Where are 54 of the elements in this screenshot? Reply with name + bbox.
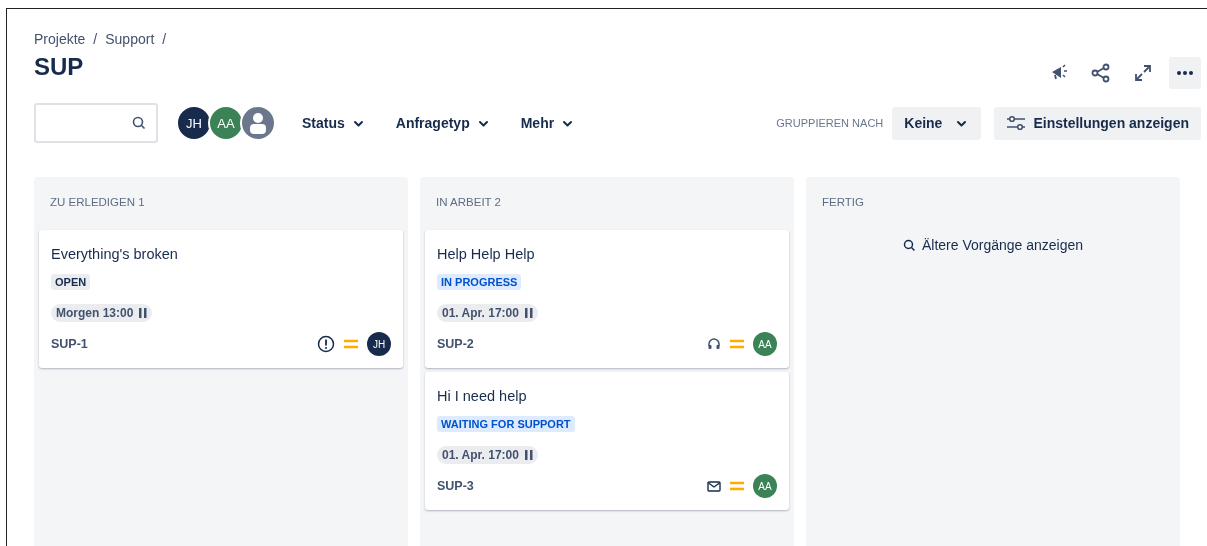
filter-dropdown[interactable]: Mehr — [510, 109, 584, 137]
sliders-icon — [1006, 115, 1027, 131]
filter-dropdown[interactable]: Status — [292, 109, 374, 137]
search-icon — [132, 116, 146, 130]
assignee-avatar: JH — [367, 332, 391, 356]
breadcrumb-link[interactable]: Projekte — [34, 31, 86, 47]
issue-summary: Help Help Help — [437, 246, 535, 262]
group-by-label: GRUPPIEREN NACH — [776, 117, 884, 129]
chevron-down-icon — [956, 118, 968, 128]
issue-key: SUP-2 — [437, 337, 474, 351]
show-older-link[interactable]: Ältere Vorgänge anzeigen — [896, 236, 1090, 254]
issue-summary: Hi I need help — [437, 388, 527, 404]
issue-card[interactable]: Hi I need help WAITING FOR SUPPORT 01. Apr. 17:00 SUP-3 AA — [425, 372, 789, 510]
pause-icon — [524, 308, 533, 318]
page-title: SUP — [34, 53, 84, 81]
user-avatar[interactable]: JH — [176, 105, 212, 141]
issue-key: SUP-3 — [437, 479, 474, 493]
more-button[interactable] — [1169, 57, 1201, 89]
due-date: 01. Apr. 17:00 — [442, 306, 519, 320]
column-title: IN ARBEIT 2 — [435, 195, 502, 210]
expand-icon — [1133, 63, 1153, 83]
pause-icon — [139, 308, 148, 318]
breadcrumb-separator: / — [93, 31, 98, 47]
chevron-down-icon — [352, 118, 364, 128]
column-title: ZU ERLEDIGEN 1 — [49, 195, 146, 210]
filter-dropdown[interactable]: Anfragetyp — [385, 109, 499, 137]
column-title: FERTIG — [821, 195, 865, 210]
search-field[interactable] — [34, 103, 158, 143]
due-date: 01. Apr. 17:00 — [442, 448, 519, 462]
issue-key: SUP-1 — [51, 337, 88, 351]
status-lozenge: IN PROGRESS — [437, 274, 522, 290]
status-lozenge: WAITING FOR SUPPORT — [437, 416, 575, 432]
envelope-icon — [707, 479, 721, 493]
user-avatar[interactable]: AA — [208, 105, 244, 141]
settings-button[interactable]: Einstellungen anzeigen — [994, 106, 1201, 140]
alert-icon — [317, 335, 335, 353]
person-icon — [248, 112, 268, 134]
issue-card[interactable]: Help Help Help IN PROGRESS 01. Apr. 17:00 SUP-2 AA — [425, 230, 789, 368]
pause-icon — [524, 450, 533, 460]
share-icon — [1091, 63, 1111, 83]
breadcrumb-link[interactable]: Support — [105, 31, 155, 47]
chevron-down-icon — [562, 118, 574, 128]
chevron-down-icon — [477, 118, 489, 128]
issue-card[interactable]: Everything's broken OPEN Morgen 13:00 SUP-1 JH — [39, 230, 403, 368]
breadcrumb-separator: / — [162, 31, 167, 47]
search-icon — [902, 238, 916, 252]
headset-icon — [707, 337, 721, 351]
more-icon — [1177, 71, 1193, 75]
issue-summary: Everything's broken — [51, 246, 178, 262]
due-date: Morgen 13:00 — [56, 306, 134, 320]
status-lozenge: OPEN — [51, 274, 91, 290]
assignee-avatar: AA — [753, 332, 777, 356]
group-by-dropdown[interactable]: Keine — [892, 106, 982, 140]
assignee-avatar: AA — [753, 474, 777, 498]
